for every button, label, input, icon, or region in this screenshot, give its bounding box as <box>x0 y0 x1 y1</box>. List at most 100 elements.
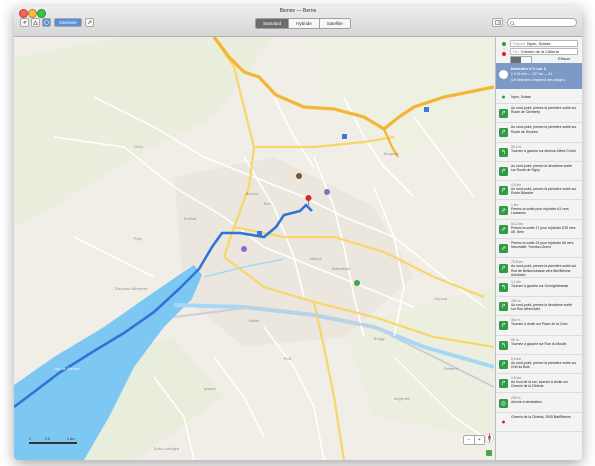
direction-step[interactable]: ↱ 0,6 km Au rond-point, prenez la première… <box>496 181 582 201</box>
direction-step[interactable]: ↰ 50,1 m Tournez à gauche sur Avenue Alfre… <box>496 143 582 162</box>
itinerary-button[interactable]: Itinéraire <box>54 18 82 27</box>
highway-icon: ⇗ <box>499 205 508 215</box>
direction-step[interactable]: ↱ Au rond-point, prenez la deuxième sorti… <box>496 162 582 182</box>
turn-right-icon: ↱ <box>499 109 508 119</box>
highway-icon: ⇗ <box>499 244 508 254</box>
map-label: Sutz-Lattrigen <box>154 447 180 451</box>
turn-right-icon: ↱ <box>499 128 508 138</box>
highway-icon: ⇗ <box>499 224 508 234</box>
turn-right-icon: ↱ <box>499 186 508 196</box>
step-instruction: Prenez la sortie pour rejoindre A1 vers … <box>511 206 569 215</box>
bus-stop-icon[interactable] <box>342 134 347 139</box>
share-button[interactable] <box>85 18 94 27</box>
clear-route-button[interactable]: Effacer <box>558 56 571 61</box>
direction-step[interactable]: ↱ 0,6 km Au rond-point, prenez la première… <box>496 355 582 375</box>
direction-step[interactable]: ◎ 209 m Arrivée à destination <box>496 394 582 413</box>
step-instruction: Au rond-point, prenez la première sortie… <box>511 125 577 134</box>
direction-step[interactable]: ↰ 1,1 km Tournez à gauche sur Gurnigelstra… <box>496 278 582 297</box>
step-instruction: Tournez à gauche sur Avenue Alfred Corto… <box>511 148 576 153</box>
map-label: Biel <box>264 202 271 206</box>
window-title: Bienne — Berne <box>279 8 317 14</box>
search-field[interactable] <box>507 18 577 27</box>
turn-right-icon: ↱ <box>499 321 508 331</box>
direction-step[interactable]: ⇗ Prenez la sortie 24 pour rejoindre A5 v… <box>496 239 582 259</box>
step-instruction: Au rond-point, prenez la deuxième sortie… <box>511 163 573 173</box>
direction-step[interactable]: ↱ 75,5 km Au rond-point, prenez la premièr… <box>496 258 582 278</box>
arrival-value: Chemin de la Cibleria <box>520 49 559 54</box>
map-label: Péry <box>134 237 143 241</box>
direction-step[interactable]: ↱ Au rond-point, prenez la première sorti… <box>496 104 582 124</box>
departure-field[interactable]: Départ Nyon, Suisse <box>510 40 578 47</box>
map-mode-segmented-control[interactable]: Standard Hybride Satellite <box>255 18 351 29</box>
info-icon <box>44 20 49 25</box>
zoom-in-button[interactable]: + <box>475 436 485 444</box>
bus-stop-icon[interactable] <box>257 231 262 236</box>
scale-label: 0,5 <box>45 437 50 441</box>
destination-pin-icon[interactable] <box>305 195 312 205</box>
map-resize-handle[interactable] <box>486 450 492 456</box>
mode-standard[interactable]: Standard <box>256 19 290 28</box>
departure-value: Nyon, Suisse <box>527 41 551 46</box>
zoom-control[interactable]: − + <box>463 435 485 445</box>
map-label: Nidau <box>249 319 260 323</box>
route-summary-title: Itinéraire n°1 sur 2 <box>511 66 546 71</box>
step-instruction: Tournez à gauche sur Rue du Moulin <box>511 341 567 346</box>
direction-step[interactable]: ↱ 254 m Au rond-point, prenez la deuxième … <box>496 297 582 317</box>
sidebar-toggle-button[interactable] <box>492 18 503 27</box>
maps-window: Bienne — Berne Itinéraire Standard Hybri… <box>14 6 582 460</box>
mode-satellite[interactable]: Satellite <box>319 19 350 28</box>
poi-marker[interactable] <box>296 173 302 179</box>
title-bar: Bienne — Berne Itinéraire Standard Hybri… <box>14 6 582 37</box>
poi-marker[interactable] <box>354 280 360 286</box>
scale-bar: 0 0,5 1 km <box>29 437 79 447</box>
scale-label: 0 <box>29 437 31 441</box>
step-instruction: Au rond-point, prenez la première sortie… <box>511 264 577 277</box>
map-label: Ipsach <box>204 387 216 391</box>
scale-label: 1 km <box>67 437 75 441</box>
step-instruction: Au rond-point, prenez la deuxième sortie… <box>511 303 573 312</box>
turn-right-icon: ↱ <box>499 263 508 273</box>
step-instruction: Au rond-point, prenez la première sortie… <box>511 106 577 115</box>
direction-step[interactable]: ⇗ 53,2 km Prenez la sortie 17 pour rejoind… <box>496 220 582 240</box>
mode-hybrid[interactable]: Hybride <box>289 19 320 28</box>
map-label: Lac de Bienne <box>54 367 80 371</box>
route-summary-detail: 1 h 49 min — 137 km — A1 <box>511 72 553 76</box>
poi-marker[interactable] <box>241 246 247 252</box>
route-summary[interactable]: Itinéraire n°1 sur 2 1 h 49 min — 137 km… <box>496 63 582 89</box>
direction-step[interactable]: ⇗ 1 km Prenez la sortie pour rejoindre A1 … <box>496 201 582 220</box>
direction-step[interactable]: ↰ 56 m Tournez à gauche sur Rue du Moulin <box>496 336 582 355</box>
direction-step[interactable]: ↱ 0,6 km Au bout de la rue, tournez à droi… <box>496 374 582 394</box>
compass-button[interactable] <box>485 431 494 445</box>
sidebar-icon <box>494 20 501 25</box>
zoom-out-button[interactable]: − <box>464 436 475 444</box>
search-icon <box>510 20 515 26</box>
map-label: Tüscherz-Alfermée <box>114 287 148 291</box>
location-button[interactable] <box>20 18 29 27</box>
pin-icon: ● <box>501 418 506 426</box>
step-instruction: Tournez à gauche sur Gurnigelstrasse <box>511 283 569 288</box>
turn-right-icon: ↱ <box>499 360 508 370</box>
direction-step[interactable]: ↱ Au rond-point, prenez la première sorti… <box>496 123 582 143</box>
turn-right-icon: ↱ <box>499 379 508 389</box>
route-connector-icon <box>502 42 506 56</box>
map-label: Safnern <box>444 367 458 371</box>
step-instruction: Au bout de la rue, tournez à droite sur … <box>511 380 568 389</box>
poi-marker[interactable] <box>324 189 330 195</box>
step-instruction: Chemin de la Cibleria, 2505 Biel/Bienne <box>511 414 571 419</box>
map-view[interactable]: Orvin Evilard Bienne Biel Nidau Port Brü… <box>14 37 494 460</box>
turn-left-icon: ↰ <box>499 282 508 292</box>
step-instruction: Arrivée à destination <box>511 399 542 404</box>
arrival-label: Fin <box>513 49 519 54</box>
arrival-field[interactable]: Fin Chemin de la Cibleria <box>510 48 578 55</box>
bus-stop-icon[interactable] <box>424 107 429 112</box>
direction-step[interactable]: ↱ 464 m Tournez à droite sur Place de la C… <box>496 316 582 336</box>
direction-step[interactable]: ● Nyon, Suisse <box>496 90 582 104</box>
3d-button[interactable] <box>31 18 40 27</box>
info-button[interactable] <box>42 18 51 27</box>
map-label: Madretsch <box>332 267 351 271</box>
route-summary-note: Cet itinéraire comprend des péages. <box>511 78 566 82</box>
turn-left-icon: ↰ <box>499 147 508 157</box>
step-instruction: Tournez à droite sur Place de la Croix <box>511 322 568 327</box>
direction-step[interactable]: ● Chemin de la Cibleria, 2505 Biel/Bienne <box>496 413 582 433</box>
map-canvas <box>14 37 494 460</box>
